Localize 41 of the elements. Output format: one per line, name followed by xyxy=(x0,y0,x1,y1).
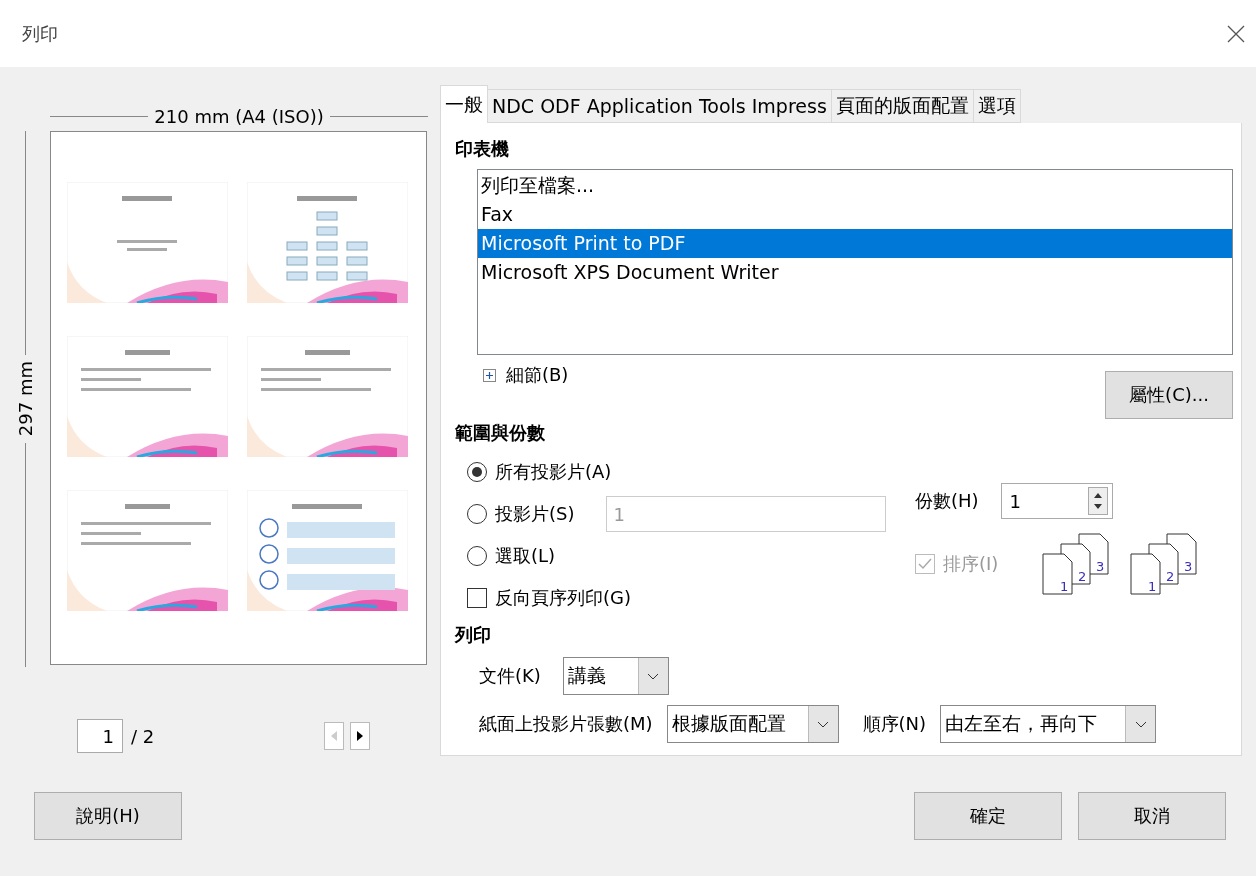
tab[interactable]: NDC ODF Application Tools Impress xyxy=(487,89,832,123)
printer-item[interactable]: Fax xyxy=(478,200,1232,229)
caret-icon xyxy=(1134,720,1147,728)
page-total: / 2 xyxy=(131,725,155,747)
radio-option[interactable]: 選取(L) xyxy=(467,544,556,568)
printer-item[interactable]: 列印至檔案... xyxy=(478,171,1232,200)
slides-per-page-label: 紙面上投影片張數(M) xyxy=(479,712,653,736)
tab[interactable]: 頁面的版面配置 xyxy=(830,89,974,123)
right-triangle-icon xyxy=(356,731,365,741)
copies-spinbox[interactable]: 1 xyxy=(1000,483,1113,519)
radio-option[interactable]: 投影片(S) xyxy=(467,502,575,526)
reverse-order-checkbox[interactable]: 反向頁序列印(G) xyxy=(467,586,631,610)
window-title: 列印 xyxy=(22,21,58,46)
section-heading: 列印 xyxy=(455,623,492,647)
document-dropdown[interactable]: 講義 xyxy=(562,657,669,695)
order-dropdown[interactable]: 由左至右，再向下 xyxy=(940,705,1157,743)
help-button[interactable]: 說明(H) xyxy=(34,792,182,840)
printer-item[interactable]: Microsoft XPS Document Writer xyxy=(478,258,1232,287)
page-number-field[interactable]: 1 xyxy=(77,719,123,753)
page-height-label: 297 mm xyxy=(14,360,36,439)
page-width-label: 210 mm (A4 (ISO)) xyxy=(154,106,324,127)
close-icon[interactable] xyxy=(1226,23,1246,44)
caret-icon xyxy=(817,720,830,728)
slides-per-page-dropdown[interactable]: 根據版面配置 xyxy=(666,705,839,743)
document-label: 文件(K) xyxy=(479,664,541,688)
printer-item[interactable]: Microsoft Print to PDF xyxy=(478,229,1232,258)
cancel-button[interactable]: 取消 xyxy=(1078,792,1226,840)
copies-label: 份數(H) xyxy=(915,489,979,513)
ok-button[interactable]: 確定 xyxy=(914,792,1062,840)
caret-icon xyxy=(647,672,660,680)
section-heading: 範圍與份數 xyxy=(455,421,546,445)
spin-arrows-icon[interactable] xyxy=(1087,487,1108,515)
tab[interactable]: 選項 xyxy=(972,89,1021,123)
properties-button[interactable]: 屬性(C)... xyxy=(1105,371,1233,419)
order-label: 順序(N) xyxy=(862,712,927,736)
details-toggle[interactable]: 細節(B) xyxy=(483,363,569,387)
tab[interactable]: 一般 xyxy=(440,85,488,123)
left-triangle-icon xyxy=(330,731,339,741)
radio-option[interactable]: 所有投影片(A) xyxy=(467,460,612,484)
section-heading: 印表機 xyxy=(455,137,510,161)
next-page-button[interactable] xyxy=(350,722,371,750)
